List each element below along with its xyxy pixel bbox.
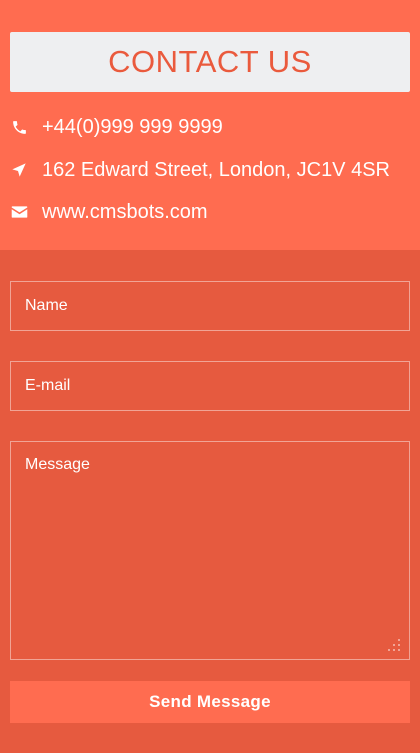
contact-info-section: CONTACT US +44(0)999 999 9999 162 Edward… <box>0 0 420 250</box>
phone-row: +44(0)999 999 9999 <box>10 112 410 142</box>
address-text: 162 Edward Street, London, JC1V 4SR <box>42 158 390 181</box>
resize-grip-icon[interactable] <box>386 637 402 653</box>
website-link[interactable]: www.cmsbots.com <box>42 201 208 224</box>
location-arrow-icon <box>10 161 28 179</box>
envelope-icon <box>10 203 28 221</box>
message-textarea[interactable] <box>10 441 410 660</box>
email-input[interactable] <box>10 361 410 411</box>
contact-form: Send Message <box>0 250 420 753</box>
website-row: www.cmsbots.com <box>10 197 410 227</box>
send-message-button[interactable]: Send Message <box>10 681 410 723</box>
address-row: 162 Edward Street, London, JC1V 4SR <box>10 155 410 185</box>
title-box: CONTACT US <box>10 32 410 92</box>
page-title: CONTACT US <box>108 44 312 79</box>
phone-icon <box>10 118 28 136</box>
name-input[interactable] <box>10 281 410 331</box>
phone-number: +44(0)999 999 9999 <box>42 115 223 138</box>
